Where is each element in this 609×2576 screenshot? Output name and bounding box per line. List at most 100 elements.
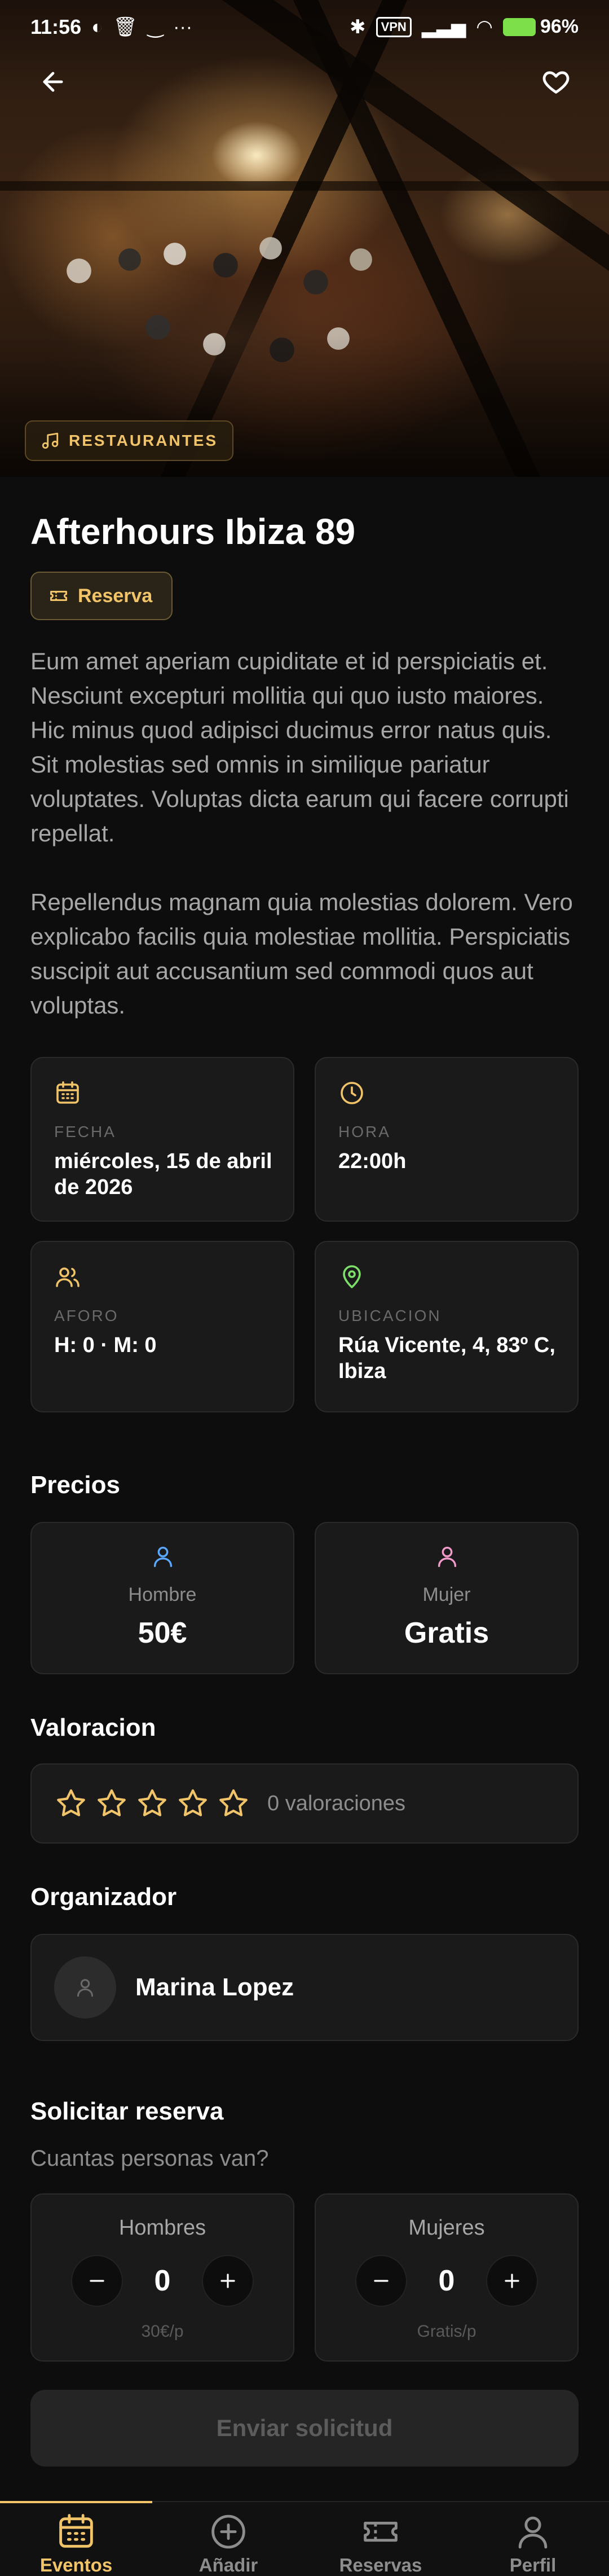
men-count: 0	[154, 2265, 171, 2297]
app-notification-icon: ◐	[91, 16, 103, 38]
battery-percent: 96%	[540, 16, 579, 37]
nav-item-perfil[interactable]: Perfil	[457, 2502, 609, 2576]
status-time: 11:56	[30, 15, 82, 38]
calendar-icon	[59, 2514, 93, 2548]
women-price-label: Mujer	[422, 1584, 471, 1605]
star-icon[interactable]	[95, 1787, 129, 1820]
organizer-card[interactable]: Marina Lopez	[30, 1934, 579, 2041]
event-hero-image: RESTAURANTES	[0, 0, 609, 477]
star-icon[interactable]	[217, 1787, 250, 1820]
capacity-value: H: 0 · M: 0	[54, 1333, 157, 1357]
rating-box: 0 valoraciones	[30, 1763, 579, 1844]
time-value: 22:00h	[338, 1149, 407, 1173]
users-icon	[56, 1267, 80, 1287]
calendar-icon	[56, 1081, 79, 1104]
minus-icon	[374, 2280, 389, 2282]
ticket-icon	[364, 2521, 398, 2542]
nav-label: Añadir	[198, 2555, 258, 2575]
men-counter-card: Hombres 0 30€/p	[30, 2193, 294, 2362]
men-price-value: 50€	[138, 1617, 187, 1649]
description-paragraph: Eum amet aperiam cupiditate et id perspi…	[30, 648, 569, 846]
nav-item-anadir[interactable]: Añadir	[152, 2502, 304, 2576]
organizer-name: Marina Lopez	[135, 1973, 294, 2001]
user-icon	[518, 2516, 548, 2549]
capacity-label: AFORO	[54, 1307, 119, 1324]
nav-label: Eventos	[39, 2555, 113, 2575]
category-label: RESTAURANTES	[69, 432, 218, 449]
women-counter-card: Mujeres 0 Gratis/p	[315, 2193, 579, 2362]
trash-notification-icon: 🗑	[113, 16, 138, 38]
male-user-icon	[153, 1546, 173, 1567]
women-price-value: Gratis	[404, 1617, 489, 1649]
event-description: Eum amet aperiam cupiditate et id perspi…	[30, 644, 579, 1022]
date-label: FECHA	[54, 1123, 116, 1140]
ticket-icon	[50, 591, 67, 601]
status-bar: 11:56 ◐ 🗑 ‿ ··· ✱ VPN ▂▃▅ ◠ 96%	[0, 0, 609, 54]
rating-title: Valoracion	[30, 1714, 156, 1741]
men-decrement-button[interactable]	[71, 2255, 123, 2307]
favorite-button[interactable]	[533, 59, 579, 104]
event-type-chip: Reserva	[30, 572, 173, 620]
plus-circle-icon	[211, 2514, 245, 2549]
active-tab-indicator	[0, 2501, 152, 2503]
men-price-label: Hombre	[128, 1584, 197, 1605]
nav-label: Perfil	[509, 2555, 557, 2575]
men-price-per-person: 30€/p	[141, 2322, 184, 2341]
women-decrement-button[interactable]	[355, 2255, 407, 2307]
women-increment-button[interactable]	[486, 2255, 538, 2307]
reservation-title: Solicitar reserva	[30, 2097, 224, 2125]
men-increment-button[interactable]	[201, 2255, 254, 2307]
female-user-icon	[438, 1546, 457, 1567]
date-value: miércoles, 15 de abril de 2026	[54, 1149, 272, 1199]
smile-notification-icon: ‿	[147, 16, 164, 38]
capacity-card: AFORO H: 0 · M: 0	[30, 1241, 294, 1412]
prices-title: Precios	[30, 1471, 120, 1499]
star-icon[interactable]	[54, 1787, 88, 1820]
star-icon[interactable]	[176, 1787, 210, 1820]
women-price-per-person: Gratis/p	[417, 2322, 476, 2341]
minus-icon	[90, 2280, 104, 2282]
event-type-label: Reserva	[78, 585, 153, 607]
organizer-title: Organizador	[30, 1883, 177, 1911]
battery-icon	[502, 17, 536, 36]
nav-item-eventos[interactable]: Eventos	[0, 2501, 152, 2576]
nav-label: Reservas	[339, 2555, 422, 2575]
location-card[interactable]: UBICACION Rúa Vicente, 4, 83º C, Ibiza	[315, 1241, 579, 1412]
category-badge: RESTAURANTES	[25, 420, 234, 461]
star-icon[interactable]	[135, 1787, 169, 1820]
plus-icon	[220, 2274, 235, 2288]
men-price-card: Hombre 50€	[30, 1522, 294, 1674]
men-counter-label: Hombres	[118, 2216, 206, 2240]
arrow-left-icon	[43, 72, 63, 92]
plus-icon	[505, 2274, 519, 2288]
date-card: FECHA miércoles, 15 de abril de 2026	[30, 1057, 294, 1222]
organizer-avatar	[54, 1956, 116, 2018]
location-label: UBICACION	[338, 1307, 442, 1324]
hero-shade	[0, 0, 609, 477]
women-count: 0	[438, 2265, 455, 2297]
heart-icon	[542, 71, 570, 94]
nav-item-reservas[interactable]: Reservas	[304, 2502, 457, 2576]
user-placeholder-icon	[77, 1979, 93, 1997]
music-note-icon	[42, 432, 59, 449]
vpn-badge: VPN	[376, 16, 412, 37]
women-price-card: Mujer Gratis	[315, 1522, 579, 1674]
star-rating[interactable]	[54, 1787, 250, 1820]
bottom-navigation: Eventos Añadir Reservas Perfil	[0, 2501, 609, 2576]
signal-icon: ▂▃▅	[421, 16, 466, 38]
submit-request-button[interactable]: Enviar solicitud	[30, 2390, 579, 2467]
clock-icon	[341, 1082, 363, 1104]
back-button[interactable]	[30, 59, 76, 104]
time-label: HORA	[338, 1123, 391, 1140]
wifi-icon: ◠	[476, 16, 493, 38]
location-value: Rúa Vicente, 4, 83º C, Ibiza	[338, 1333, 555, 1383]
event-title: Afterhours Ibiza 89	[30, 511, 356, 552]
description-paragraph: Repellendus magnam quia molestias dolore…	[30, 889, 573, 1019]
time-card: HORA 22:00h	[315, 1057, 579, 1222]
battery-indicator: 96%	[502, 16, 579, 38]
reservation-subtitle: Cuantas personas van?	[30, 2146, 269, 2171]
more-notifications-icon: ···	[173, 16, 193, 38]
bluetooth-icon: ✱	[350, 16, 366, 38]
women-counter-label: Mujeres	[408, 2216, 485, 2240]
rating-count: 0 valoraciones	[267, 1791, 406, 1815]
